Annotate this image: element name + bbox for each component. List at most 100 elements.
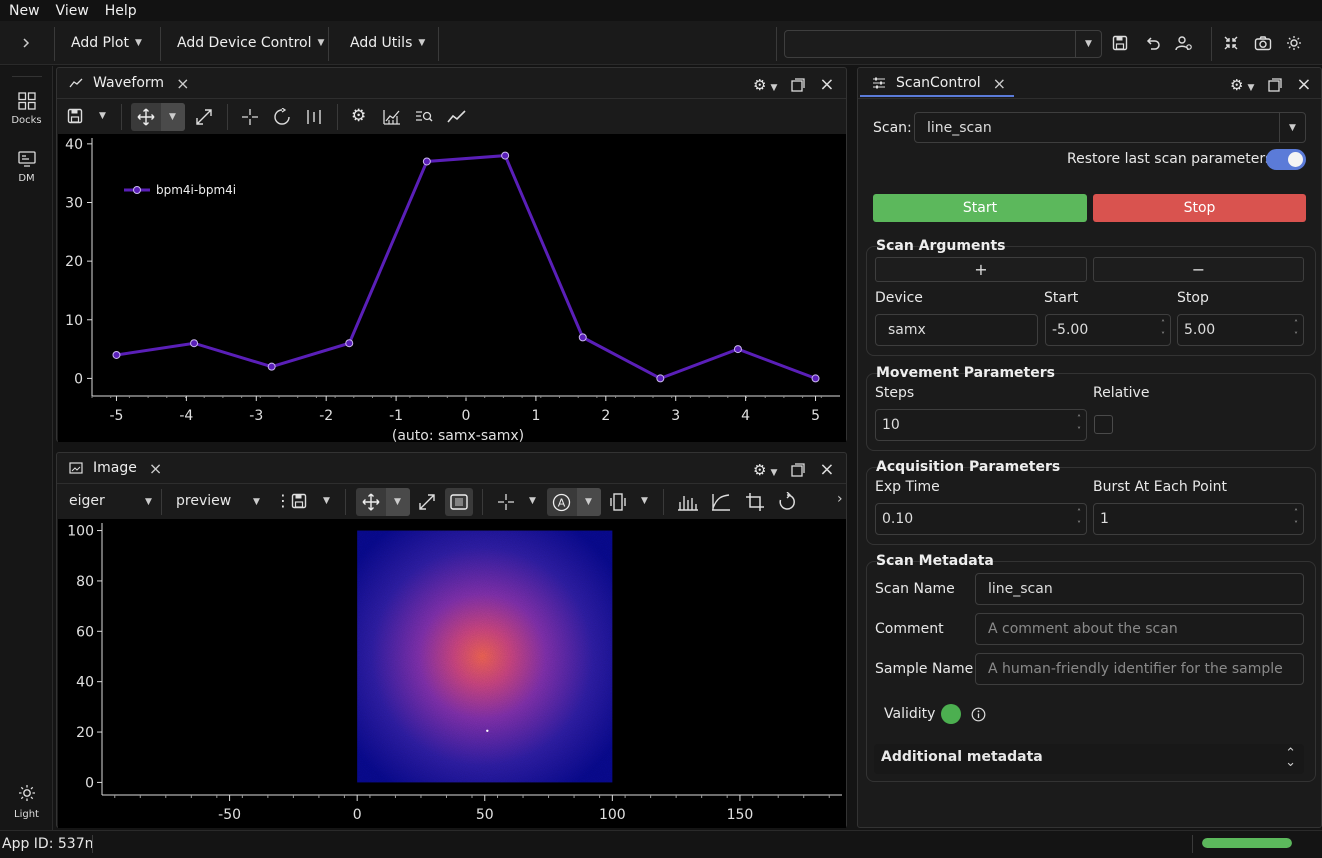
caret-down-icon[interactable]: ▼ bbox=[323, 496, 330, 506]
pan-tool-button[interactable]: ▼ bbox=[131, 103, 185, 131]
float-window-icon[interactable] bbox=[1268, 77, 1283, 92]
save-icon[interactable] bbox=[67, 108, 83, 124]
curve-fit-icon[interactable] bbox=[711, 492, 731, 512]
spin-arrows-icon[interactable]: ˄ ˅ bbox=[1161, 318, 1165, 342]
stop-spinbox[interactable]: 5.00 ˄ ˅ bbox=[1177, 314, 1304, 346]
scan-name-input[interactable]: line_scan bbox=[975, 573, 1304, 605]
spin-arrows-icon[interactable]: ˄ ˅ bbox=[1077, 413, 1081, 437]
stop-button[interactable]: Stop bbox=[1093, 194, 1306, 222]
profile-combo[interactable]: ▼ bbox=[784, 30, 1102, 58]
mode-select[interactable]: preview ▼ bbox=[176, 493, 260, 509]
caret-down-icon[interactable]: ▼ bbox=[529, 496, 536, 506]
data-point bbox=[190, 339, 199, 348]
collapse-button[interactable] bbox=[1220, 32, 1242, 54]
info-icon[interactable] bbox=[971, 707, 986, 722]
image-icon bbox=[69, 462, 83, 474]
add-argument-button[interactable]: + bbox=[875, 257, 1087, 282]
caret-down-icon[interactable]: ▼ bbox=[641, 496, 648, 506]
fit-width-icon[interactable] bbox=[305, 108, 323, 126]
heatmap-noise bbox=[357, 530, 613, 783]
colorbar-icon[interactable] bbox=[609, 492, 627, 512]
close-tab-icon[interactable]: × bbox=[993, 74, 1006, 93]
data-point bbox=[267, 362, 276, 371]
sidebar-item-dm[interactable]: DM bbox=[0, 150, 53, 184]
crosshair-icon[interactable] bbox=[497, 493, 515, 511]
gear-icon[interactable]: ⚙ bbox=[351, 106, 366, 126]
zoom-list-icon[interactable] bbox=[415, 108, 433, 126]
add-plot-label: Add Plot bbox=[71, 35, 129, 51]
close-icon[interactable]: × bbox=[819, 459, 834, 480]
monitor-select[interactable]: eiger ▼ bbox=[69, 493, 152, 509]
steps-spinbox[interactable]: 10 ˄ ˅ bbox=[875, 409, 1087, 441]
float-window-icon[interactable] bbox=[791, 77, 806, 92]
sidebar-item-theme-label: Light bbox=[14, 809, 39, 820]
relative-checkbox[interactable] bbox=[1094, 415, 1113, 434]
waveform-tab[interactable]: Waveform × bbox=[69, 68, 189, 98]
save-icon[interactable] bbox=[291, 493, 307, 509]
expand-sidebar-button[interactable] bbox=[15, 32, 37, 54]
image-plot[interactable]: 0 20 40 60 80 100 -50 0 50 100 150 bbox=[58, 519, 846, 828]
screenshot-button[interactable] bbox=[1252, 32, 1274, 54]
add-plot-button[interactable]: Add Plot ▼ bbox=[71, 31, 142, 55]
spin-arrows-icon[interactable]: ˄ ˅ bbox=[1294, 507, 1298, 531]
spin-arrows-icon[interactable]: ˄ ˅ bbox=[1077, 507, 1081, 531]
histogram-icon[interactable] bbox=[677, 492, 699, 512]
curve-settings-icon[interactable] bbox=[383, 108, 401, 126]
restore-toggle[interactable] bbox=[1266, 149, 1306, 170]
start-button[interactable]: Start bbox=[873, 194, 1087, 222]
caret-down-icon: ▼ bbox=[145, 497, 152, 507]
start-spinbox[interactable]: -5.00 ˄ ˅ bbox=[1045, 314, 1171, 346]
rotate-icon[interactable] bbox=[777, 492, 797, 512]
scan-select[interactable]: line_scan ▼ bbox=[914, 112, 1306, 143]
scan-control-tab[interactable]: ScanControl × bbox=[872, 68, 1006, 98]
sidebar-item-docks[interactable]: Docks bbox=[0, 92, 53, 126]
undo-button[interactable] bbox=[1142, 32, 1164, 54]
close-icon[interactable]: × bbox=[1296, 74, 1311, 95]
toolbar-overflow-icon[interactable]: › bbox=[837, 491, 843, 507]
additional-metadata-expander[interactable]: Additional metadata ⌃ ⌄ bbox=[874, 744, 1304, 774]
sidebar-item-theme[interactable]: Light bbox=[0, 784, 53, 820]
monitor-select-value: eiger bbox=[69, 493, 105, 509]
sample-name-input[interactable]: A human-friendly identifier for the samp… bbox=[975, 653, 1304, 685]
menu-help[interactable]: Help bbox=[97, 3, 145, 19]
theme-toggle-button[interactable] bbox=[1283, 32, 1305, 54]
crop-icon[interactable] bbox=[745, 492, 765, 512]
add-utils-button[interactable]: Add Utils ▼ bbox=[350, 31, 425, 55]
exp-time-spinbox[interactable]: 0.10 ˄ ˅ bbox=[875, 503, 1087, 535]
reset-icon[interactable] bbox=[273, 108, 291, 126]
expand-icon[interactable] bbox=[418, 493, 436, 511]
close-icon[interactable]: × bbox=[819, 74, 834, 95]
spin-arrows-icon[interactable]: ˄ ˅ bbox=[1294, 318, 1298, 342]
fit-curve-icon[interactable] bbox=[447, 108, 467, 126]
comment-input[interactable]: A comment about the scan bbox=[975, 613, 1304, 645]
move-icon bbox=[362, 493, 380, 511]
pan-tool-button[interactable]: ▼ bbox=[356, 488, 410, 516]
main-toolbar: Add Plot ▼ Add Device Control ▼ Add Utils ▼ bbox=[0, 21, 1322, 65]
float-window-icon[interactable] bbox=[791, 462, 806, 477]
stop-column-header: Stop bbox=[1177, 290, 1209, 306]
expand-icon[interactable] bbox=[195, 108, 213, 126]
gear-icon[interactable]: ⚙ ▼ bbox=[753, 461, 777, 479]
autorange-button[interactable]: A ▼ bbox=[547, 488, 601, 516]
caret-down-icon[interactable]: ▼ bbox=[99, 111, 106, 121]
waveform-plot[interactable]: 0 10 20 30 40 -5 -4 -3 -2 -1 0 1 2 3 4 5 (auto: samx-sam… bbox=[58, 134, 846, 444]
crosshair-icon[interactable] bbox=[241, 108, 259, 126]
user-gear-icon bbox=[1175, 36, 1192, 51]
close-tab-icon[interactable]: × bbox=[149, 459, 162, 478]
image-tab[interactable]: Image × bbox=[69, 453, 162, 483]
gear-icon[interactable]: ⚙ ▼ bbox=[753, 76, 777, 94]
more-icon[interactable]: ⋮ bbox=[275, 491, 291, 510]
burst-spinbox[interactable]: 1 ˄ ˅ bbox=[1093, 503, 1304, 535]
device-input[interactable]: samx bbox=[875, 314, 1038, 346]
menu-new[interactable]: New bbox=[0, 3, 48, 19]
sidebar-item-docks-label: Docks bbox=[11, 115, 42, 126]
device-input-value: samx bbox=[888, 322, 926, 338]
remove-argument-button[interactable]: − bbox=[1093, 257, 1304, 282]
add-device-control-button[interactable]: Add Device Control ▼ bbox=[177, 31, 324, 55]
menu-view[interactable]: View bbox=[48, 3, 97, 19]
user-settings-button[interactable] bbox=[1173, 32, 1195, 54]
close-tab-icon[interactable]: × bbox=[176, 74, 189, 93]
aspect-lock-button[interactable] bbox=[445, 488, 473, 516]
save-profile-button[interactable] bbox=[1109, 32, 1131, 54]
gear-icon[interactable]: ⚙ ▼ bbox=[1230, 76, 1254, 94]
